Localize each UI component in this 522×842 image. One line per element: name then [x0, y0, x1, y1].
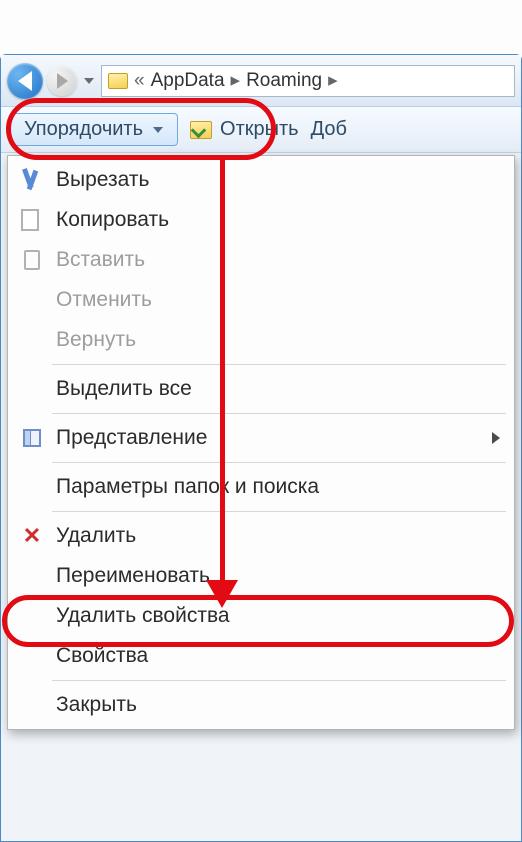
menu-label: Переименовать	[56, 564, 210, 588]
menu-item-select-all[interactable]: Выделить все	[8, 369, 514, 409]
copy-icon	[20, 208, 44, 232]
menu-label: Вырезать	[56, 168, 149, 192]
menu-label: Отменить	[56, 288, 152, 312]
menu-label: Удалить свойства	[56, 604, 230, 628]
scissors-icon	[20, 168, 44, 192]
blank-icon	[20, 693, 44, 717]
forward-button[interactable]	[47, 66, 77, 96]
chevron-right-icon: ▸	[328, 69, 338, 92]
delete-icon: ✕	[20, 524, 44, 548]
menu-separator	[52, 680, 506, 681]
explorer-window: « AppData ▸ Roaming ▸ Упорядочить Открыт…	[0, 54, 522, 842]
menu-label: Удалить	[56, 524, 136, 548]
address-bar[interactable]: « AppData ▸ Roaming ▸	[101, 65, 515, 97]
blank-icon	[20, 288, 44, 312]
blank-icon	[20, 377, 44, 401]
clipboard-icon	[20, 248, 44, 272]
back-button[interactable]	[7, 63, 43, 99]
menu-item-folder-options[interactable]: Параметры папок и поиска	[8, 467, 514, 507]
menu-item-copy[interactable]: Копировать	[8, 200, 514, 240]
menu-item-layout[interactable]: Представление	[8, 418, 514, 458]
menu-label: Выделить все	[56, 377, 192, 401]
organize-dropdown-menu: Вырезать Копировать Вставить Отменить Ве…	[7, 155, 515, 730]
nav-history-dropdown[interactable]	[81, 66, 97, 96]
toolbar: Упорядочить Открыть Доб	[1, 107, 521, 153]
menu-item-remove-properties[interactable]: Удалить свойства	[8, 596, 514, 636]
menu-label: Вернуть	[56, 328, 136, 352]
path-segment[interactable]: AppData	[151, 70, 225, 92]
folder-icon	[108, 73, 128, 89]
menu-item-paste[interactable]: Вставить	[8, 240, 514, 280]
menu-item-delete[interactable]: ✕ Удалить	[8, 516, 514, 556]
menu-item-redo[interactable]: Вернуть	[8, 320, 514, 360]
blank-icon	[20, 604, 44, 628]
blank-icon	[20, 328, 44, 352]
menu-label: Закрыть	[56, 693, 137, 717]
menu-label: Представление	[56, 426, 207, 450]
menu-item-properties[interactable]: Свойства	[8, 636, 514, 676]
menu-item-rename[interactable]: Переименовать	[8, 556, 514, 596]
open-button[interactable]: Открыть	[190, 118, 299, 141]
menu-label: Свойства	[56, 644, 148, 668]
blank-icon	[20, 564, 44, 588]
menu-separator	[52, 413, 506, 414]
menu-item-close[interactable]: Закрыть	[8, 685, 514, 725]
menu-item-undo[interactable]: Отменить	[8, 280, 514, 320]
organize-button[interactable]: Упорядочить	[9, 113, 178, 146]
path-segment[interactable]: Roaming	[246, 70, 322, 92]
menu-separator	[52, 462, 506, 463]
submenu-arrow-icon	[492, 432, 500, 444]
menu-separator	[52, 364, 506, 365]
chevron-right-icon: ▸	[231, 69, 241, 92]
blank-icon	[20, 475, 44, 499]
menu-label: Параметры папок и поиска	[56, 475, 319, 499]
menu-item-cut[interactable]: Вырезать	[8, 160, 514, 200]
organize-label: Упорядочить	[24, 118, 143, 141]
add-label-truncated[interactable]: Доб	[311, 118, 347, 141]
open-folder-icon	[190, 121, 212, 139]
menu-label: Копировать	[56, 208, 169, 232]
chevron-left-icon: «	[134, 70, 145, 92]
nav-bar: « AppData ▸ Roaming ▸	[1, 55, 521, 107]
blank-icon	[20, 644, 44, 668]
open-label: Открыть	[220, 118, 299, 141]
background-text	[0, 0, 522, 60]
menu-label: Вставить	[56, 248, 145, 272]
layout-icon	[20, 426, 44, 450]
menu-separator	[52, 511, 506, 512]
